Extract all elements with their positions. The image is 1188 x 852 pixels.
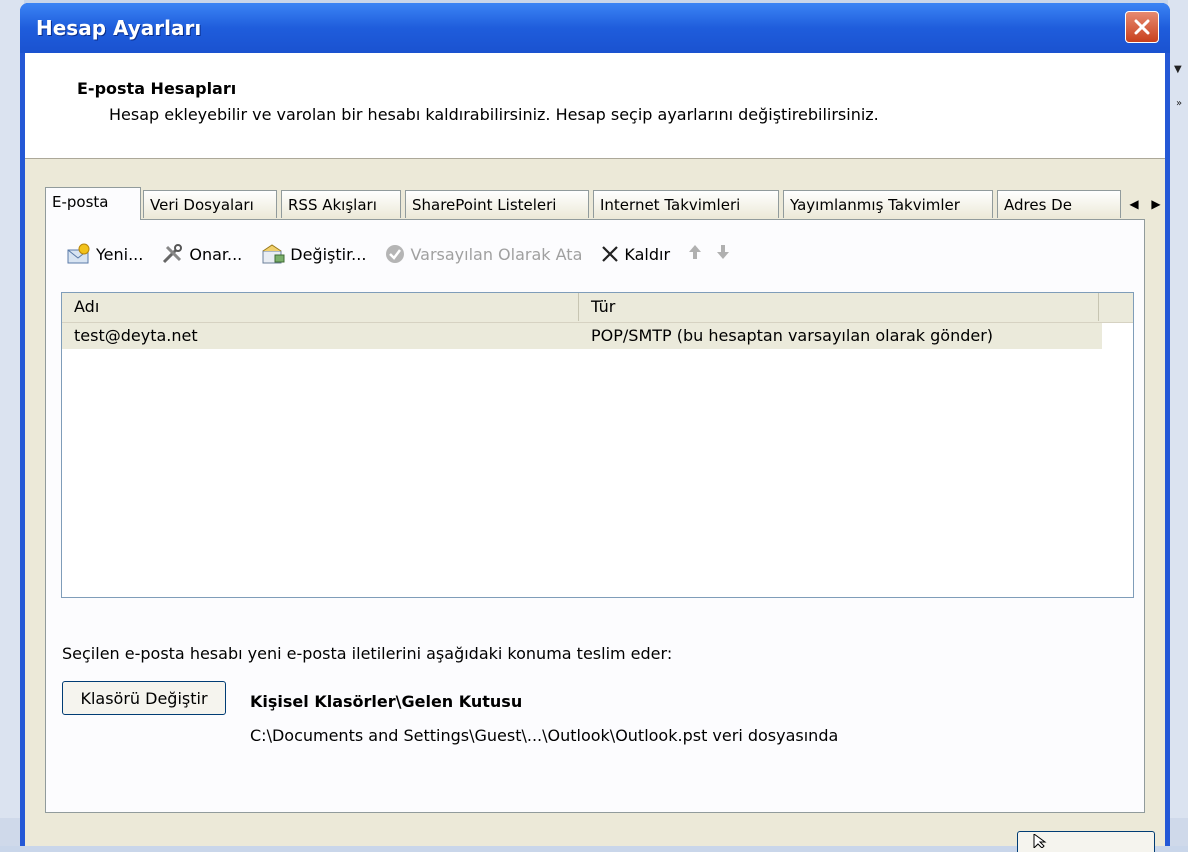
account-settings-icon	[260, 243, 286, 265]
tab-veri-dosyalari[interactable]: Veri Dosyaları	[143, 190, 277, 218]
table-row[interactable]: test@deyta.net POP/SMTP (bu hesaptan var…	[62, 323, 1102, 349]
dialog-client: E-posta Hesapları Hesap ekleyebilir ve v…	[25, 53, 1165, 852]
background-overflow-icon: »	[1176, 98, 1183, 109]
account-type-cell: POP/SMTP (bu hesaptan varsayılan olarak …	[591, 326, 994, 345]
account-name-cell: test@deyta.net	[74, 326, 198, 345]
column-header-name[interactable]: Adı	[62, 293, 579, 321]
close-icon	[1134, 19, 1150, 35]
remove-x-icon	[600, 244, 620, 264]
list-header: Adı Tür	[62, 293, 1133, 323]
remove-account-label: Kaldır	[624, 244, 671, 264]
tab-scroll-right-icon[interactable]: ▶	[1151, 197, 1160, 211]
tab-scroll-buttons: ◀ ▶	[1123, 191, 1167, 217]
delivery-folder-name: Kişisel Klasörler\Gelen Kutusu	[250, 692, 523, 711]
new-mail-icon	[66, 243, 92, 265]
section-description: Hesap ekleyebilir ve varolan bir hesabı …	[109, 105, 879, 124]
background-dropdown-icon: ▼	[1174, 64, 1182, 75]
change-account-label: Değiştir...	[290, 244, 367, 264]
check-circle-icon	[384, 243, 406, 265]
title-bar[interactable]: Hesap Ayarları	[20, 3, 1170, 53]
move-down-button[interactable]	[716, 244, 730, 264]
remove-account-button[interactable]: Kaldır	[600, 244, 670, 264]
repair-button[interactable]: Onar...	[161, 243, 242, 265]
new-account-button[interactable]: Yeni...	[66, 243, 143, 265]
tab-internet-takvimleri[interactable]: Internet Takvimleri	[593, 190, 779, 218]
dialog-header: E-posta Hesapları Hesap ekleyebilir ve v…	[25, 53, 1165, 159]
change-account-button[interactable]: Değiştir...	[260, 243, 366, 265]
section-title: E-posta Hesapları	[77, 79, 237, 98]
arrow-down-icon	[716, 244, 730, 264]
account-toolbar: Yeni... Onar... Değiştir... Varsayılan O…	[66, 240, 748, 268]
tools-icon	[161, 243, 185, 265]
column-header-type[interactable]: Tür	[579, 293, 1099, 321]
tab-e-posta[interactable]: E-posta	[45, 187, 141, 220]
delivery-description: Seçilen e-posta hesabı yeni e-posta ilet…	[62, 644, 673, 663]
account-settings-dialog: Hesap Ayarları E-posta Hesapları Hesap e…	[20, 3, 1170, 852]
close-button[interactable]	[1125, 11, 1159, 43]
tab-rss-akislari[interactable]: RSS Akışları	[281, 190, 401, 218]
delivery-folder-path: C:\Documents and Settings\Guest\...\Outl…	[250, 726, 839, 745]
set-default-button[interactable]: Varsayılan Olarak Ata	[384, 243, 582, 265]
tab-sharepoint-listeleri[interactable]: SharePoint Listeleri	[405, 190, 589, 218]
tab-strip: E-posta Veri Dosyaları RSS Akışları Shar…	[45, 187, 1161, 220]
tab-yayimlanmis-takvimler[interactable]: Yayımlanmış Takvimler	[783, 190, 993, 218]
new-account-label: Yeni...	[96, 244, 144, 264]
dialog-title: Hesap Ayarları	[36, 16, 202, 40]
tab-adres-defterleri[interactable]: Adres De	[997, 190, 1121, 218]
accounts-list[interactable]: Adı Tür test@deyta.net POP/SMTP (bu hesa…	[61, 292, 1134, 598]
repair-label: Onar...	[189, 244, 243, 264]
mouse-cursor-icon	[1033, 833, 1053, 852]
email-tab-panel: Yeni... Onar... Değiştir... Varsayılan O…	[45, 219, 1145, 813]
background-app-right	[1168, 0, 1188, 846]
arrow-up-icon	[688, 244, 702, 264]
change-folder-button[interactable]: Klasörü Değiştir	[62, 681, 226, 715]
set-default-label: Varsayılan Olarak Ata	[410, 244, 583, 264]
move-up-button[interactable]	[688, 244, 702, 264]
tab-scroll-left-icon[interactable]: ◀	[1129, 197, 1138, 211]
